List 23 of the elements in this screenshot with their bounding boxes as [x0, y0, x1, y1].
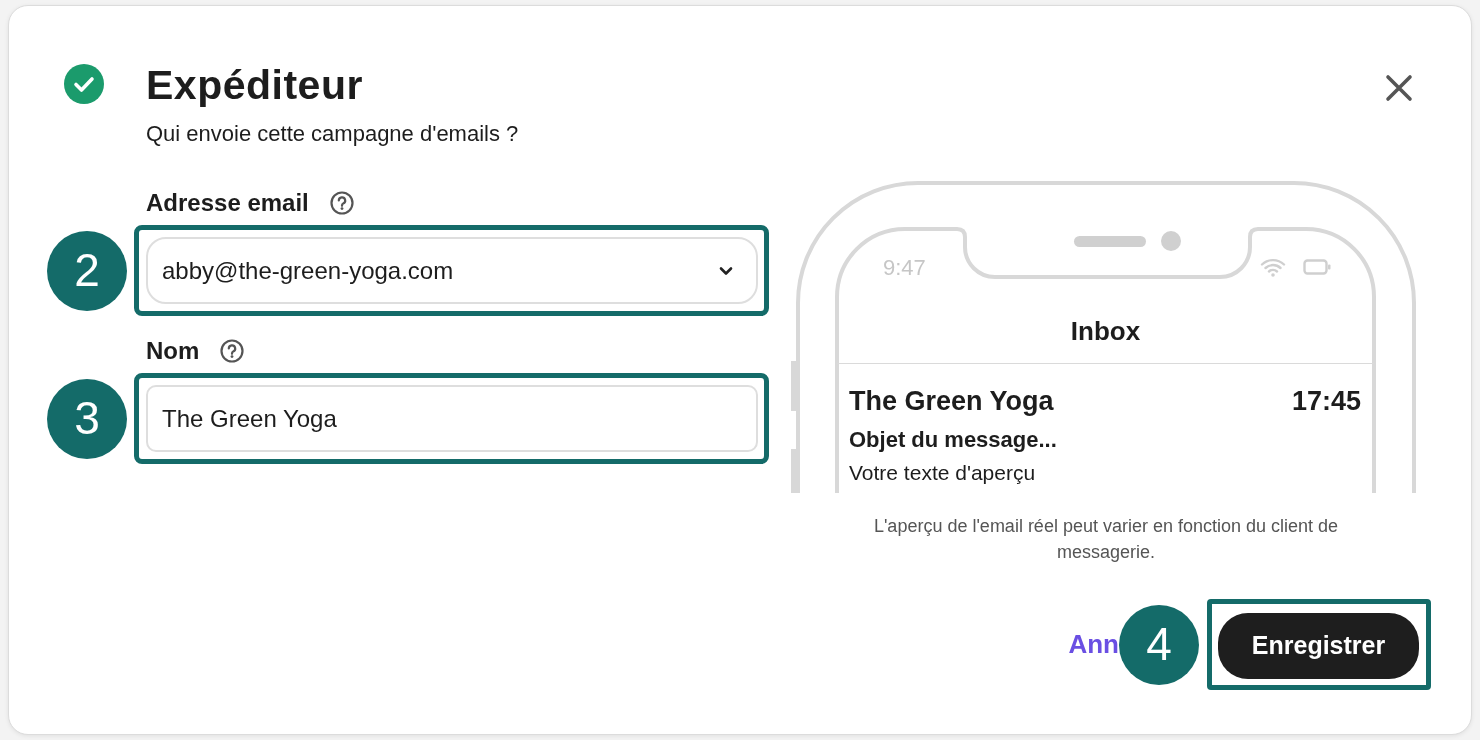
- save-button[interactable]: Enregistrer: [1218, 613, 1419, 679]
- preview-note: L'aperçu de l'email réel peut varier en fonction du client de messagerie.: [872, 515, 1340, 564]
- status-time: 9:47: [883, 253, 926, 282]
- field-label: Adresse email: [146, 188, 309, 218]
- step-marker: 3: [47, 378, 127, 459]
- help-icon[interactable]: [219, 338, 246, 364]
- inbox-title: Inbox: [1070, 316, 1141, 346]
- cancel-link[interactable]: Ann: [1068, 625, 1119, 664]
- email-select[interactable]: abby@the-green-yoga.com: [146, 237, 758, 304]
- close-button[interactable]: [1385, 74, 1413, 102]
- wifi-icon: [1260, 257, 1286, 277]
- dialog-title: Expéditeur: [146, 61, 363, 110]
- field-label: Nom: [146, 336, 200, 366]
- help-icon[interactable]: [328, 190, 355, 216]
- battery-icon: [1303, 259, 1331, 275]
- message-subject: Objet du message...: [849, 426, 1058, 454]
- name-field[interactable]: The Green Yoga: [146, 385, 758, 452]
- dialog-subtitle: Qui envoie cette campagne d'emails ?: [146, 120, 520, 148]
- step-marker: 2: [47, 230, 127, 311]
- message-time: 17:45: [1291, 385, 1361, 418]
- message-preview: Votre texte d'aperçu: [849, 460, 1037, 486]
- sender-name: The Green Yoga: [849, 385, 1054, 418]
- step-marker: 4: [1119, 604, 1199, 685]
